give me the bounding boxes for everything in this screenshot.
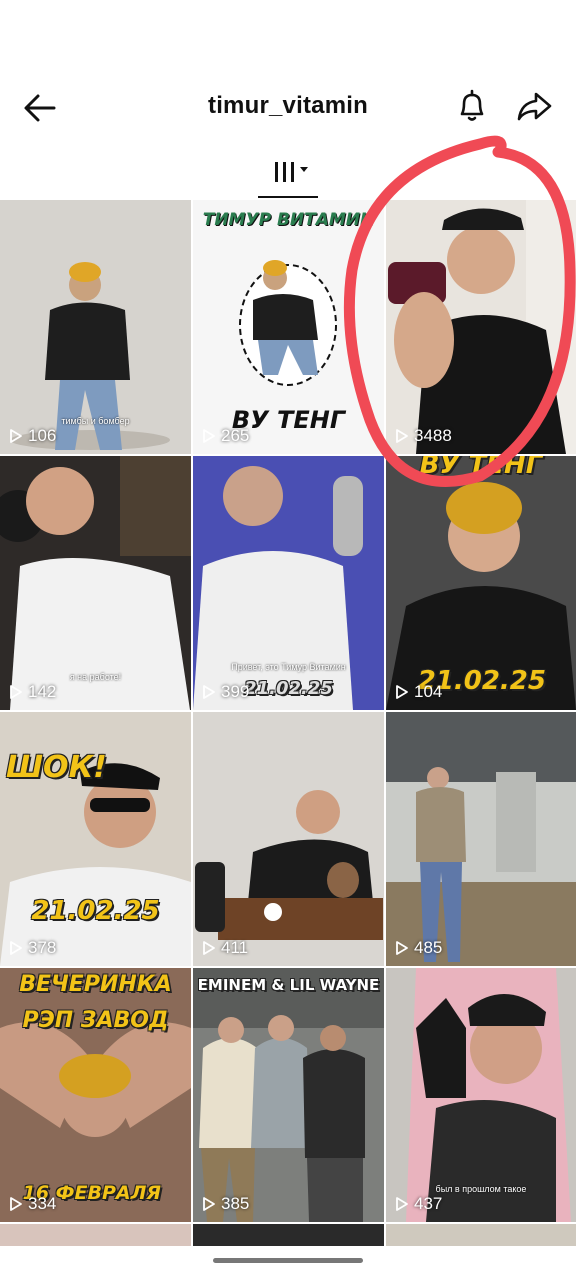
video-overlay-date: 21.02.25 bbox=[31, 896, 160, 926]
view-count: 265 bbox=[201, 426, 249, 446]
view-count: 106 bbox=[8, 426, 56, 446]
view-count-label: 3488 bbox=[414, 426, 452, 445]
play-icon bbox=[203, 941, 215, 955]
view-count: 142 bbox=[8, 682, 56, 702]
video-overlay-subtitle: РЭП ЗАВОД bbox=[22, 1008, 169, 1033]
share-button[interactable] bbox=[514, 86, 554, 126]
video-tile[interactable]: тимбы и бомбер 106 bbox=[0, 200, 191, 454]
view-filter-tab[interactable] bbox=[256, 152, 320, 196]
video-overlay-title: ВУ ТЕНГ bbox=[419, 456, 543, 480]
top-bar: timur_vitamin bbox=[0, 0, 576, 200]
play-icon bbox=[203, 1197, 215, 1211]
play-icon bbox=[396, 429, 408, 443]
view-count-label: 104 bbox=[414, 682, 443, 701]
tab-underline bbox=[258, 196, 318, 198]
view-count: 378 bbox=[8, 938, 56, 958]
caret-down-icon bbox=[300, 167, 308, 172]
view-count-label: 106 bbox=[28, 426, 57, 445]
video-thumbnail bbox=[386, 200, 576, 454]
video-grid: тимбы и бомбер 106 ТИМУР ВИТАМИН ВУ ТЕНГ… bbox=[0, 200, 576, 1246]
view-count-label: 485 bbox=[414, 938, 443, 957]
video-tile[interactable]: ВУ ТЕНГ 21.02.25 104 bbox=[386, 456, 576, 710]
video-tile[interactable]: я на работе! 142 bbox=[0, 456, 191, 710]
view-count-label: 399 bbox=[221, 682, 250, 701]
view-count-label: 437 bbox=[414, 1194, 443, 1213]
partial-next-row bbox=[0, 1224, 576, 1246]
view-count-label: 411 bbox=[221, 938, 249, 957]
grid-columns-icon bbox=[275, 162, 308, 182]
play-icon bbox=[396, 1197, 408, 1211]
video-tile[interactable]: 3488 bbox=[386, 200, 576, 454]
video-tile[interactable]: был в прошлом такое 437 bbox=[386, 968, 576, 1222]
home-indicator bbox=[213, 1258, 363, 1263]
view-count: 399 bbox=[201, 682, 249, 702]
video-tile[interactable]: EMINEM & LIL WAYNE 385 bbox=[193, 968, 384, 1222]
share-icon bbox=[517, 92, 552, 121]
view-count-label: 385 bbox=[221, 1194, 250, 1213]
video-overlay-title: ТИМУР ВИТАМИН bbox=[202, 210, 375, 230]
play-icon bbox=[203, 429, 215, 443]
view-count-label: 378 bbox=[28, 938, 57, 957]
video-thumbnail bbox=[193, 712, 384, 966]
video-caption: тимбы и бомбер bbox=[61, 416, 130, 426]
view-count-label: 334 bbox=[28, 1194, 57, 1213]
view-count-label: 265 bbox=[221, 426, 250, 445]
view-count: 385 bbox=[201, 1194, 249, 1214]
video-overlay-title: EMINEM & LIL WAYNE bbox=[197, 976, 380, 994]
play-icon bbox=[10, 429, 22, 443]
play-icon bbox=[396, 685, 408, 699]
video-tile[interactable]: ВЕЧЕРИНКА РЭП ЗАВОД 16 ФЕВРАЛЯ 334 bbox=[0, 968, 191, 1222]
video-tile[interactable]: Привет, это Тимур Витамин 21.02.25 399 bbox=[193, 456, 384, 710]
view-count: 411 bbox=[201, 938, 248, 958]
video-caption: Привет, это Тимур Витамин bbox=[231, 662, 346, 672]
video-overlay-title: ВЕЧЕРИНКА bbox=[19, 972, 172, 997]
video-thumbnail bbox=[193, 968, 384, 1222]
video-tile[interactable]: ТИМУР ВИТАМИН ВУ ТЕНГ 265 bbox=[193, 200, 384, 454]
video-thumbnail bbox=[386, 712, 576, 966]
view-count: 334 bbox=[8, 1194, 56, 1214]
view-count: 104 bbox=[394, 682, 442, 702]
play-icon bbox=[10, 941, 22, 955]
view-count: 3488 bbox=[394, 426, 452, 446]
video-caption: я на работе! bbox=[69, 672, 122, 682]
view-count: 437 bbox=[394, 1194, 442, 1214]
bell-icon bbox=[460, 89, 484, 121]
video-tile[interactable]: 485 bbox=[386, 712, 576, 966]
play-icon bbox=[10, 1197, 22, 1211]
video-tile[interactable]: 411 bbox=[193, 712, 384, 966]
video-overlay-title: ШОК! bbox=[6, 750, 107, 785]
notifications-button[interactable] bbox=[452, 86, 492, 126]
view-count: 485 bbox=[394, 938, 442, 958]
video-caption: был в прошлом такое bbox=[435, 1184, 527, 1194]
video-tile[interactable]: ШОК! 21.02.25 378 bbox=[0, 712, 191, 966]
play-icon bbox=[10, 685, 22, 699]
play-icon bbox=[396, 941, 408, 955]
play-icon bbox=[203, 685, 215, 699]
view-count-label: 142 bbox=[28, 682, 57, 701]
